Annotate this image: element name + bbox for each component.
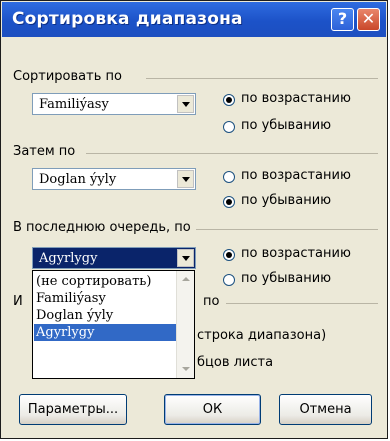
cancel-button[interactable]: Отмена xyxy=(279,394,372,425)
identify-option-header-label[interactable]: строка диапазона) xyxy=(197,328,326,343)
finally-by-select[interactable]: Agyrlygy xyxy=(32,247,196,269)
sort-by-ascending-label[interactable]: по возрастанию xyxy=(241,91,351,106)
params-button[interactable]: Параметры... xyxy=(19,394,127,425)
sort-by-ascending-radio[interactable] xyxy=(223,94,235,106)
sort-by-value: Familiýasy xyxy=(39,97,109,112)
scroll-down-icon[interactable] xyxy=(178,362,193,377)
then-by-descending-radio[interactable] xyxy=(223,196,235,208)
divider xyxy=(86,153,378,154)
chevron-down-icon[interactable] xyxy=(177,170,194,188)
finally-by-descending-label[interactable]: по убыванию xyxy=(241,271,331,286)
identify-label-start: И xyxy=(13,294,23,309)
then-by-ascending-radio[interactable] xyxy=(223,171,235,183)
finally-by-value: Agyrlygy xyxy=(39,251,98,266)
divider xyxy=(226,303,378,304)
sort-by-select[interactable]: Familiýasy xyxy=(32,93,196,115)
divider xyxy=(196,229,378,230)
sort-by-descending-label[interactable]: по убыванию xyxy=(241,118,331,133)
then-by-descending-label[interactable]: по убыванию xyxy=(241,193,331,208)
then-by-label: Затем по xyxy=(13,144,76,159)
dropdown-option[interactable]: Familiýasy xyxy=(34,290,178,307)
window-title: Сортировка диапазона xyxy=(12,9,243,29)
dropdown-option-selected[interactable]: Agyrlygy xyxy=(34,324,178,341)
dropdown-option[interactable]: Doglan ýyly xyxy=(34,307,178,324)
then-by-value: Doglan ýyly xyxy=(39,172,117,187)
scroll-up-icon[interactable] xyxy=(178,272,193,287)
divider xyxy=(146,78,378,79)
title-bar[interactable]: Сортировка диапазона ? ✕ xyxy=(2,2,386,37)
finally-by-label: В последнюю очередь, по xyxy=(13,220,191,235)
then-by-select[interactable]: Doglan ýyly xyxy=(32,168,196,190)
finally-by-ascending-radio[interactable] xyxy=(223,249,235,261)
help-button[interactable]: ? xyxy=(331,8,354,31)
dropdown-list[interactable]: (не сортировать) Familiýasy Doglan ýyly … xyxy=(32,270,195,379)
finally-by-descending-radio[interactable] xyxy=(223,274,235,286)
scrollbar[interactable] xyxy=(176,271,194,378)
sort-by-descending-radio[interactable] xyxy=(223,121,235,133)
dropdown-option[interactable]: (не сортировать) xyxy=(34,273,178,290)
chevron-down-icon[interactable] xyxy=(177,249,194,267)
chevron-down-icon[interactable] xyxy=(177,95,194,113)
then-by-ascending-label[interactable]: по возрастанию xyxy=(241,168,351,183)
identify-label-end: по xyxy=(203,294,220,309)
identify-option-columns-label[interactable]: бцов листа xyxy=(197,355,273,370)
close-button[interactable]: ✕ xyxy=(357,8,380,31)
sort-dialog: Сортировка диапазона ? ✕ Сортировать по … xyxy=(0,0,388,439)
sort-by-label: Сортировать по xyxy=(13,69,122,84)
finally-by-ascending-label[interactable]: по возрастанию xyxy=(241,246,351,261)
ok-button[interactable]: ОК xyxy=(164,394,261,425)
